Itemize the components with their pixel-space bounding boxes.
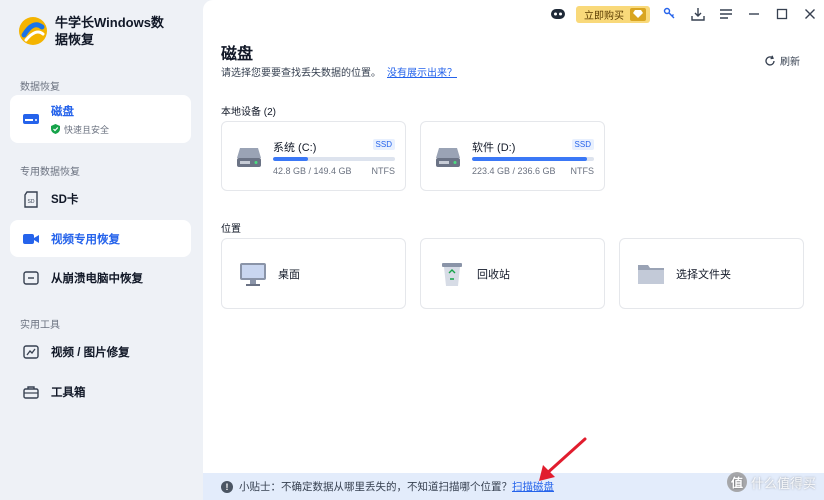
location-select-folder[interactable]: 选择文件夹: [619, 238, 804, 309]
crashed-pc-icon: [22, 269, 40, 287]
location-label: 选择文件夹: [676, 268, 731, 281]
drive-filesystem: NTFS: [371, 166, 396, 176]
refresh-button[interactable]: 刷新: [764, 53, 800, 68]
sidebar-item-sd-card[interactable]: SD SD卡: [10, 181, 191, 217]
location-label: 桌面: [278, 268, 300, 281]
sidebar-item-crashed-pc[interactable]: 从崩溃电脑中恢复: [10, 260, 191, 296]
buy-now-button[interactable]: 立即购买: [576, 5, 650, 23]
tip-text: 小贴士：不确定数据从哪里丢失的，不知道扫描哪个位置？: [239, 481, 512, 493]
sidebar-item-label: SD卡: [51, 194, 79, 206]
diamond-icon: [630, 7, 646, 21]
drive-name: 软件 (D:): [472, 142, 516, 154]
section-label-special-recovery: 专用数据恢复: [20, 167, 80, 178]
sidebar-item-label: 磁盘: [51, 105, 74, 118]
drive-filesystem: NTFS: [570, 166, 595, 176]
video-icon: [22, 230, 40, 248]
title-bar: 立即购买: [544, 0, 824, 28]
ssd-tag: SSD: [372, 139, 395, 150]
drive-size: 223.4 GB / 236.6 GB: [472, 166, 556, 176]
watermark-text: 什么值得买: [750, 475, 816, 491]
refresh-icon: [765, 55, 775, 66]
menu-icon[interactable]: [712, 0, 740, 28]
toolbox-icon: [22, 383, 40, 401]
drive-name: 系统 (C:): [273, 142, 317, 154]
section-label-utilities: 实用工具: [20, 320, 60, 331]
download-icon[interactable]: [684, 0, 712, 28]
location-recycle-bin[interactable]: 回收站: [420, 238, 605, 309]
drive-usage-bar: [472, 157, 594, 161]
location-label: 回收站: [477, 268, 510, 281]
repair-icon: [22, 343, 40, 361]
drive-usage-fill: [273, 157, 309, 161]
sidebar-item-sublabel: 快速且安全: [51, 123, 109, 136]
location-desktop[interactable]: 桌面: [221, 238, 406, 309]
info-icon: !: [221, 480, 233, 493]
sidebar-item-label: 从崩溃电脑中恢复: [51, 273, 143, 285]
shield-icon: [51, 124, 60, 134]
app-logo-icon: [19, 17, 47, 45]
key-icon[interactable]: [656, 0, 684, 28]
drive-usage-fill: [472, 157, 587, 161]
hard-drive-icon: [436, 148, 460, 167]
desktop-icon: [238, 259, 268, 289]
maximize-icon[interactable]: [768, 0, 796, 28]
section-label-data-recovery: 数据恢复: [20, 82, 60, 93]
recycle-bin-icon: [437, 259, 467, 289]
sidebar-item-label: 视频 / 图片修复: [51, 347, 130, 359]
sd-card-icon: SD: [22, 190, 40, 208]
sidebar-item-video-recovery[interactable]: 视频专用恢复: [10, 220, 191, 257]
drive-card-c[interactable]: 系统 (C:) SSD 42.8 GB / 149.4 GB NTFS: [221, 121, 406, 191]
ssd-tag: SSD: [571, 139, 594, 150]
brand: 牛学长Windows数据恢复: [18, 14, 175, 48]
drive-card-d[interactable]: 软件 (D:) SSD 223.4 GB / 236.6 GB NTFS: [420, 121, 605, 191]
locations-heading: 位置: [221, 224, 241, 235]
svg-text:SD: SD: [28, 199, 35, 205]
sidebar-item-toolbox[interactable]: 工具箱: [10, 374, 191, 410]
main-panel: 立即购买 磁盘 请选择您要要查找丢失数据的位置。 没有展示出来？ 刷新 本地设备…: [203, 0, 824, 500]
drive-size: 42.8 GB / 149.4 GB: [273, 166, 352, 176]
watermark: 值 什么值得买: [726, 472, 816, 492]
hard-drive-icon: [237, 148, 261, 167]
page-title: 磁盘: [221, 46, 254, 63]
folder-icon: [636, 259, 666, 289]
annotation-arrow-icon: [539, 437, 587, 481]
drive-usage-bar: [273, 157, 395, 161]
assistant-icon[interactable]: [544, 0, 572, 28]
minimize-icon[interactable]: [740, 0, 768, 28]
sidebar: 牛学长Windows数据恢复 数据恢复 磁盘 快速且安全 专用数据恢复 SD S…: [0, 0, 203, 500]
app-title: 牛学长Windows数据恢复: [55, 15, 164, 47]
sidebar-item-repair[interactable]: 视频 / 图片修复: [10, 334, 191, 370]
disk-icon: [22, 110, 40, 128]
local-devices-heading: 本地设备 (2): [221, 107, 276, 118]
sidebar-item-disk[interactable]: 磁盘 快速且安全: [10, 95, 191, 143]
not-shown-link[interactable]: 没有展示出来？: [387, 68, 457, 79]
close-icon[interactable]: [796, 0, 824, 28]
sidebar-item-label: 工具箱: [51, 387, 86, 399]
page-hint: 请选择您要要查找丢失数据的位置。 没有展示出来？: [221, 68, 457, 79]
sidebar-item-label: 视频专用恢复: [51, 233, 120, 246]
watermark-badge: 值: [726, 472, 747, 492]
